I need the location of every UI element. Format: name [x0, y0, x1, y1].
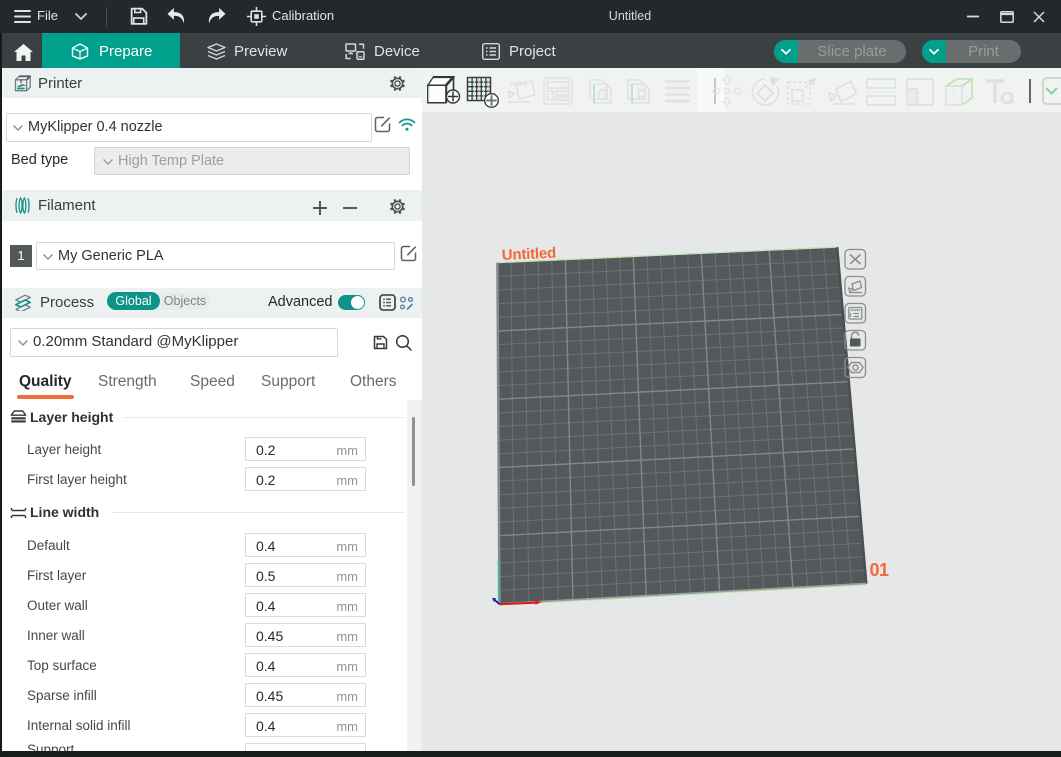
svg-text:Untitled: Untitled [501, 245, 556, 264]
svg-text:01: 01 [870, 560, 890, 580]
svg-text:AUTO: AUTO [510, 82, 527, 88]
